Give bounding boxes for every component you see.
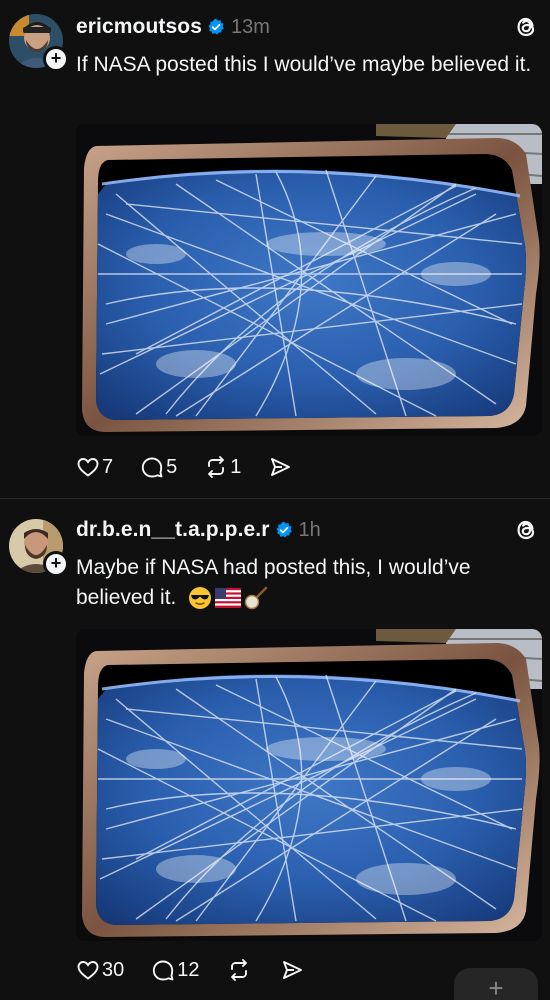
- post[interactable]: + dr.b.e.n__t.a.p.p.e.r 1h Maybe if NASA…: [0, 499, 550, 1000]
- avatar[interactable]: +: [9, 14, 69, 72]
- follow-plus-icon[interactable]: +: [43, 551, 69, 577]
- like-button[interactable]: 30: [76, 958, 124, 982]
- post-image[interactable]: [76, 629, 542, 941]
- username[interactable]: ericmoutsos: [76, 15, 202, 39]
- comment-icon: [141, 457, 163, 478]
- post-text: If NASA posted this I would’ve maybe bel…: [76, 53, 532, 76]
- banjo-emoji: [245, 587, 268, 610]
- verified-badge-icon: [276, 521, 292, 538]
- reply-button[interactable]: 5: [140, 455, 177, 479]
- new-post-button[interactable]: +: [454, 968, 538, 1000]
- heart-icon: [77, 458, 99, 477]
- share-button[interactable]: [280, 958, 304, 982]
- threads-logo-icon[interactable]: [514, 14, 538, 40]
- earth-window-image: [76, 629, 542, 941]
- follow-plus-icon[interactable]: +: [43, 46, 69, 72]
- send-icon: [271, 458, 291, 476]
- repost-button[interactable]: [227, 958, 253, 982]
- reply-button[interactable]: 12: [151, 958, 200, 982]
- repost-button[interactable]: 1: [204, 455, 241, 479]
- send-icon: [282, 961, 302, 979]
- username[interactable]: dr.b.e.n__t.a.p.p.e.r: [76, 518, 270, 542]
- post-actions: 30 12: [76, 955, 331, 985]
- post-header: dr.b.e.n__t.a.p.p.e.r 1h: [76, 515, 321, 545]
- post-header: ericmoutsos 13m: [76, 12, 270, 42]
- verified-badge-icon: [208, 18, 224, 35]
- repost-icon: [230, 959, 247, 981]
- post-text: Maybe if NASA had posted this, I would’v…: [76, 553, 536, 613]
- timestamp: 1h: [298, 518, 321, 541]
- emoji-row: [188, 586, 268, 610]
- like-button[interactable]: 7: [76, 455, 113, 479]
- sunglasses-emoji: [189, 587, 212, 610]
- like-count: 7: [102, 455, 114, 478]
- share-button[interactable]: [268, 455, 292, 479]
- post[interactable]: + ericmoutsos 13m If NASA posted this I …: [0, 0, 550, 498]
- post-actions: 7 5 1: [76, 452, 319, 482]
- reply-count: 12: [177, 958, 200, 981]
- us-flag-emoji: [215, 588, 242, 609]
- post-image[interactable]: [76, 124, 542, 436]
- like-count: 30: [102, 958, 125, 981]
- comment-icon: [153, 960, 174, 981]
- threads-logo-icon[interactable]: [514, 517, 538, 543]
- earth-window-image: [76, 124, 542, 436]
- repost-count: 1: [230, 455, 242, 478]
- reply-count: 5: [166, 455, 178, 478]
- timestamp: 13m: [230, 15, 270, 38]
- threads-feed: + ericmoutsos 13m If NASA posted this I …: [0, 0, 550, 1000]
- avatar[interactable]: +: [9, 519, 69, 577]
- repost-icon: [208, 456, 225, 478]
- post-text-body: Maybe if NASA had posted this, I would’v…: [76, 556, 471, 609]
- heart-icon: [77, 961, 99, 980]
